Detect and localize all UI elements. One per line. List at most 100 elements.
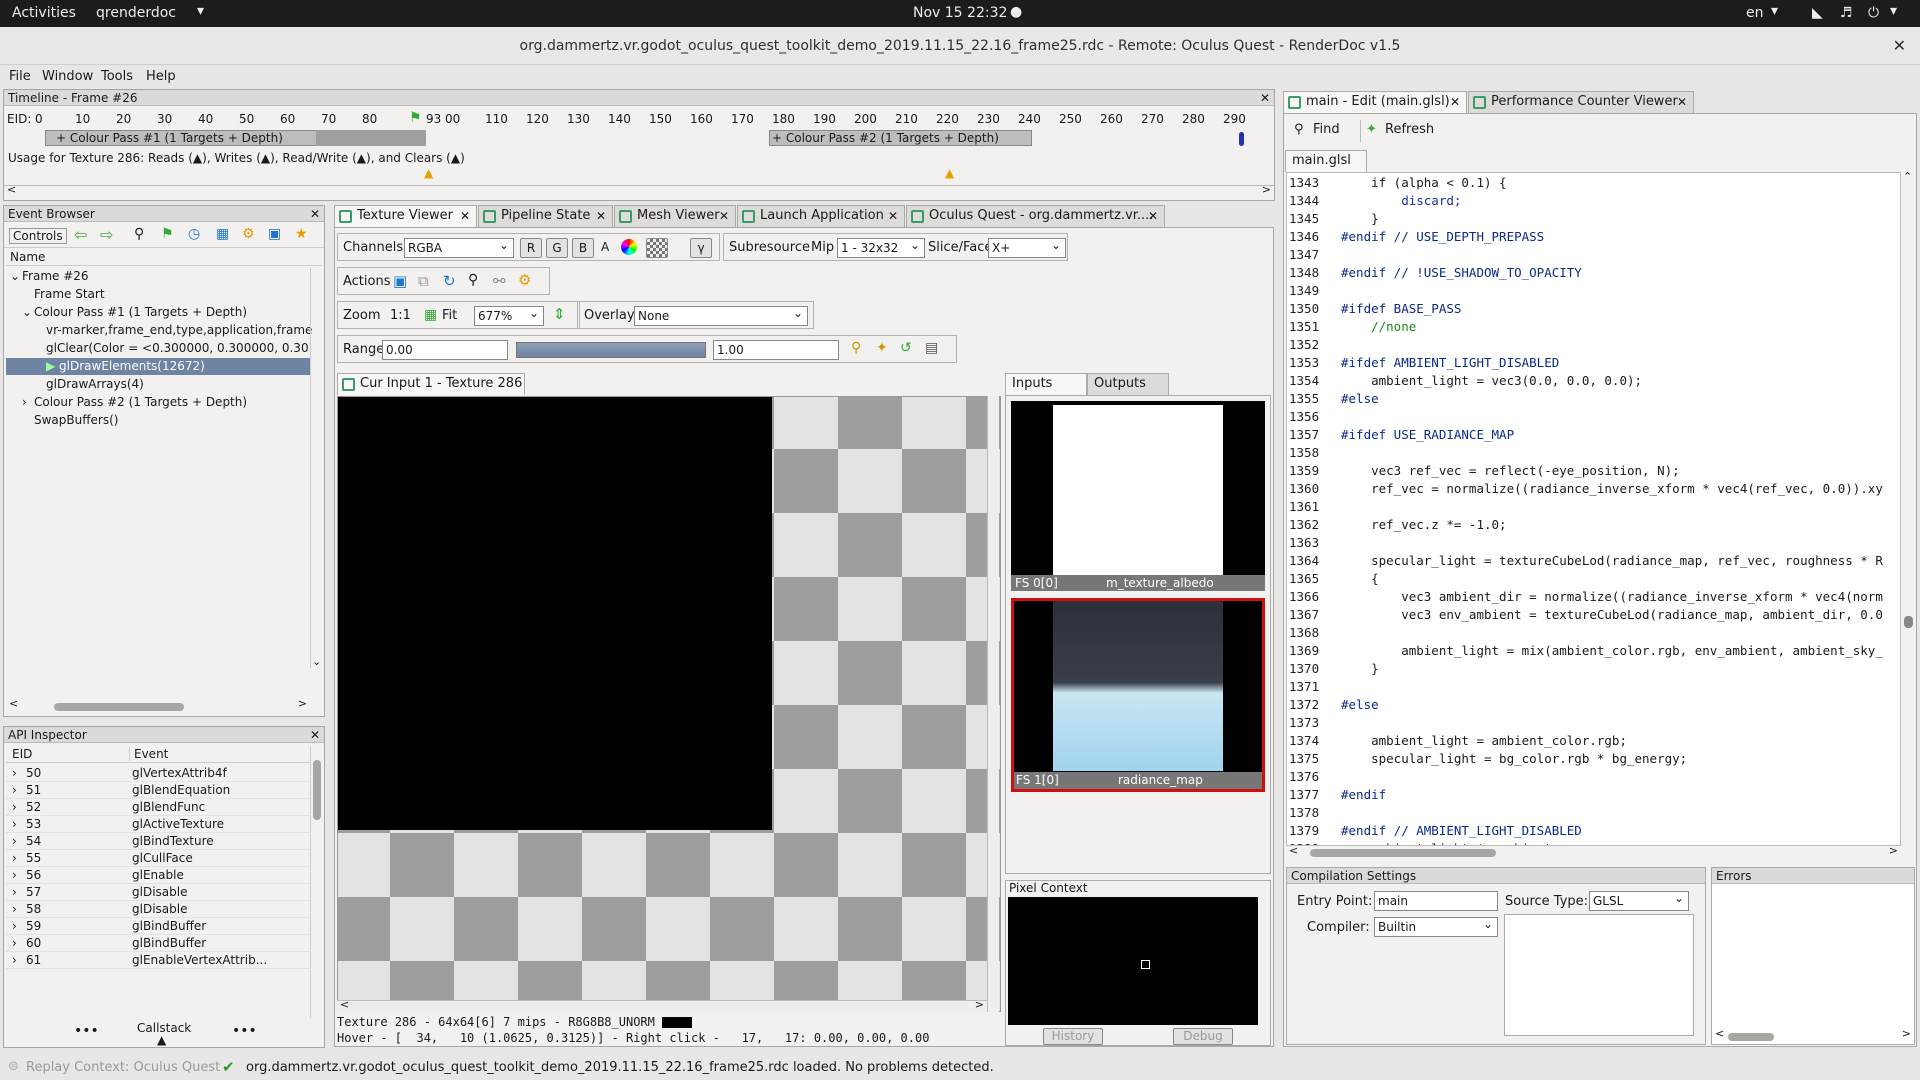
close-icon[interactable]: ✕: [310, 206, 320, 222]
api-call-row[interactable]: › 51 glBlendEquation: [6, 782, 311, 799]
timeline-scrollbar[interactable]: < >: [4, 183, 1274, 197]
close-icon[interactable]: ✕: [310, 727, 320, 743]
expand-toggle-icon[interactable]: ›: [12, 833, 17, 850]
tab-launch-application[interactable]: Launch Application ✕: [737, 205, 905, 227]
overlay-select[interactable]: None: [634, 304, 808, 326]
expand-toggle-icon[interactable]: ⌄: [22, 304, 34, 321]
thumbnail-radiance-map[interactable]: FS 1[0] radiance_map: [1011, 598, 1265, 792]
api-call-row[interactable]: › 58 glDisable: [6, 901, 311, 918]
expand-toggle-icon[interactable]: ⌄: [10, 268, 22, 285]
event-tree-row[interactable]: Frame Start: [6, 286, 311, 303]
api-call-row[interactable]: › 56 glEnable: [6, 867, 311, 884]
tab-main-glsl[interactable]: main.glsl: [1285, 150, 1367, 172]
refresh-button[interactable]: ✦ Refresh: [1360, 120, 1446, 142]
event-tree-row[interactable]: glClear(Color = <0.300000, 0.300000, 0.3…: [6, 340, 311, 357]
clock-icon[interactable]: ◷: [188, 226, 200, 242]
chevron-left-icon[interactable]: <: [1289, 844, 1298, 857]
chevron-down-icon[interactable]: ⌄: [312, 655, 321, 668]
code-vscrollbar[interactable]: ⌃: [1901, 170, 1915, 846]
menu-file[interactable]: File: [9, 69, 31, 84]
save-icon[interactable]: ▣: [268, 226, 281, 242]
close-icon[interactable]: ✕: [460, 206, 470, 226]
histogram-icon[interactable]: ▤: [925, 340, 938, 356]
chevron-right-icon[interactable]: >: [975, 998, 984, 1011]
event-tree-row[interactable]: ▶ glDrawElements(12672): [6, 358, 311, 375]
chevron-down-icon[interactable]: ▾: [1771, 3, 1778, 19]
event-tree-row[interactable]: › Colour Pass #2 (1 Targets + Depth): [6, 394, 311, 411]
flag-icon[interactable]: ⚑: [161, 226, 174, 242]
timeline-ruler[interactable]: 0 10 20 30 40 50 60 70 80 93 00 110 120 130 140 150 160 1…: [4, 112, 1274, 126]
event-tree-row[interactable]: glDrawArrays(4): [6, 376, 311, 393]
timeline-pass-2[interactable]: + Colour Pass #2 (1 Targets + Depth): [769, 130, 1032, 146]
autofit-wand-icon[interactable]: ✦: [876, 340, 888, 356]
column-header-event[interactable]: Event: [129, 747, 168, 761]
close-icon[interactable]: ✕: [1450, 92, 1460, 112]
more-icon[interactable]: •••: [74, 1023, 99, 1039]
settings-gear-icon[interactable]: ⚙: [518, 271, 531, 289]
link-icon[interactable]: ⚯: [493, 272, 506, 290]
checkerboard-toggle-icon[interactable]: [646, 238, 668, 258]
power-icon[interactable]: ⏻: [1868, 5, 1879, 21]
arrow-left-icon[interactable]: ⇦: [74, 225, 87, 244]
tab-texture-viewer[interactable]: Texture Viewer ✕: [334, 205, 477, 227]
zoom-1-1-button[interactable]: 1:1: [390, 308, 411, 323]
entry-point-input[interactable]: main: [1374, 891, 1498, 911]
close-icon[interactable]: ✕: [888, 206, 898, 226]
expand-toggle-icon[interactable]: ›: [12, 782, 17, 799]
menu-help[interactable]: Help: [146, 69, 176, 84]
close-icon[interactable]: ✕: [719, 206, 729, 226]
api-call-row[interactable]: › 57 glDisable: [6, 884, 311, 901]
event-tree-hscrollbar[interactable]: < >: [6, 697, 310, 714]
chevron-down-icon[interactable]: ▾: [197, 3, 204, 19]
fit-icon[interactable]: ▦: [424, 307, 437, 323]
tab-oculus-quest[interactable]: Oculus Quest - org.dammertz.vr.... ✕: [906, 205, 1165, 227]
app-menu[interactable]: qrenderdoc: [96, 5, 176, 21]
close-icon[interactable]: ✕: [596, 206, 606, 226]
debug-button[interactable]: Debug: [1173, 1028, 1233, 1045]
chevron-left-icon[interactable]: <: [1715, 1027, 1724, 1040]
channel-r-toggle[interactable]: R: [520, 238, 542, 258]
zoom-range-icon[interactable]: ⚲: [851, 340, 861, 356]
compiler-select[interactable]: Builtin: [1374, 915, 1498, 937]
expand-toggle-icon[interactable]: ›: [12, 867, 17, 884]
scroll-thumb[interactable]: [1904, 616, 1913, 628]
chevron-right-icon[interactable]: >: [298, 697, 307, 710]
expand-toggle-icon[interactable]: ›: [12, 799, 17, 816]
mip-select[interactable]: 1 - 32x32: [837, 236, 925, 258]
tab-shader-editor[interactable]: main - Edit (main.glsl) ✕: [1283, 91, 1467, 113]
api-call-row[interactable]: › 52 glBlendFunc: [6, 799, 311, 816]
api-call-row[interactable]: › 59 glBindBuffer: [6, 918, 311, 935]
zoom-select[interactable]: 677%: [474, 304, 544, 326]
event-tree-row[interactable]: ⌄ Colour Pass #1 (1 Targets + Depth): [6, 304, 311, 321]
event-tree-row[interactable]: SwapBuffers(): [6, 412, 311, 429]
arrow-right-icon[interactable]: ⇨: [100, 225, 113, 244]
pixel-context-view[interactable]: [1008, 897, 1258, 1025]
menu-tools[interactable]: Tools: [101, 69, 133, 84]
activities-button[interactable]: Activities: [12, 5, 76, 21]
column-header-name[interactable]: Name: [6, 250, 322, 266]
language-indicator[interactable]: en: [1746, 5, 1764, 21]
gamma-toggle[interactable]: γ: [690, 238, 712, 258]
chart-icon[interactable]: ▦: [216, 226, 229, 242]
chevron-up-icon[interactable]: ⌃: [1903, 170, 1912, 183]
flip-icon[interactable]: ⇕: [553, 305, 566, 323]
api-call-row[interactable]: › 61 glEnableVertexAttrib...: [6, 952, 311, 969]
expand-toggle-icon[interactable]: ›: [12, 952, 17, 969]
bookmark-icon[interactable]: ★: [295, 226, 308, 242]
range-max-input[interactable]: 1.00: [713, 340, 839, 360]
chevron-right-icon[interactable]: >: [1889, 844, 1898, 857]
event-tree-vscrollbar[interactable]: ⌄: [310, 268, 322, 668]
channels-select[interactable]: RGBA: [404, 236, 514, 258]
channel-g-toggle[interactable]: G: [546, 238, 568, 258]
save-texture-icon[interactable]: ▣: [393, 272, 407, 290]
canvas-vscrollbar[interactable]: [987, 396, 999, 1012]
expand-toggle-icon[interactable]: ›: [12, 816, 17, 833]
channel-a-toggle[interactable]: A: [601, 240, 609, 254]
find-button[interactable]: ⚲ Find: [1289, 120, 1357, 142]
api-call-row[interactable]: › 50 glVertexAttrib4f: [6, 765, 311, 782]
tab-cur-input[interactable]: Cur Input 1 - Texture 286: [337, 373, 525, 395]
close-window-icon[interactable]: ✕: [1893, 27, 1906, 65]
api-list-vscrollbar[interactable]: [310, 746, 322, 1018]
errors-hscrollbar[interactable]: < >: [1712, 1027, 1914, 1044]
chevron-left-icon[interactable]: <: [7, 183, 16, 196]
